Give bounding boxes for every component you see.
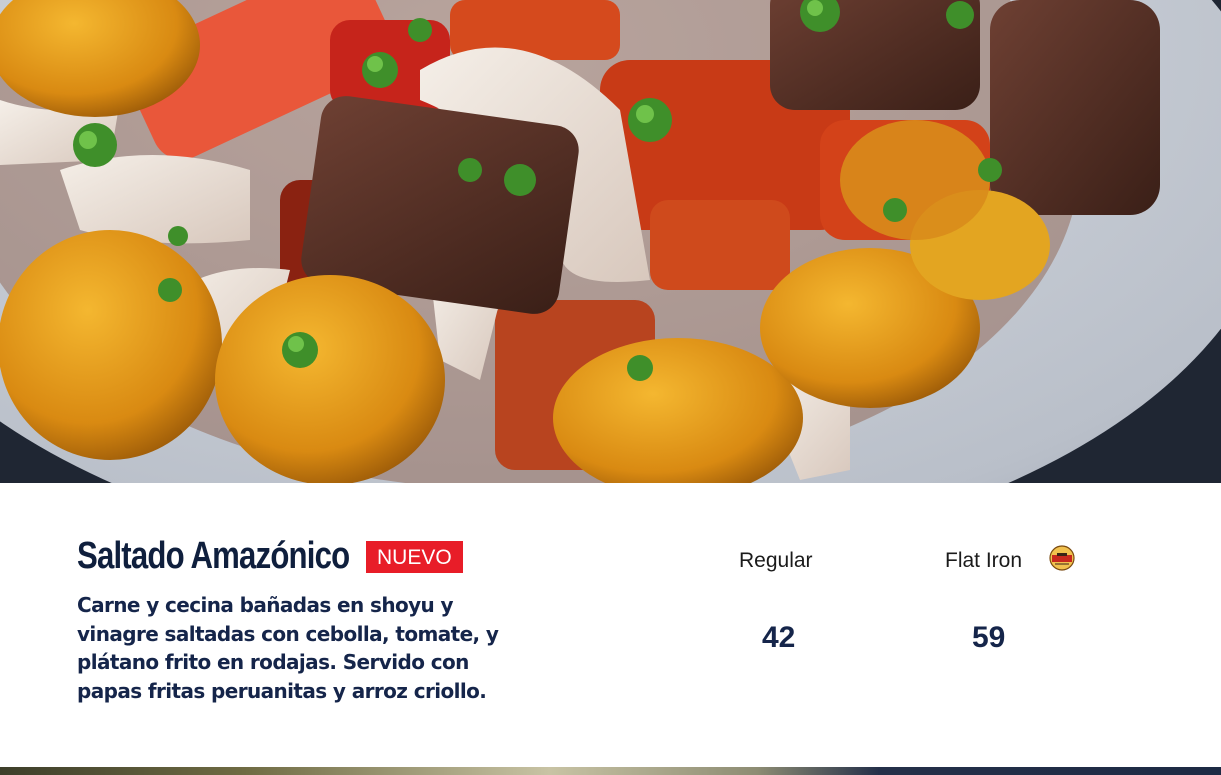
- dish-title: Saltado Amazónico: [77, 535, 350, 577]
- size-label-flat-iron: Flat Iron: [945, 549, 1023, 572]
- next-dish-photo-edge: [0, 767, 1221, 775]
- cow-brand-icon: [1049, 545, 1075, 571]
- size-label-regular: Regular: [739, 549, 813, 572]
- dish-photo: [0, 0, 1221, 483]
- price-flat-iron: 59: [972, 621, 1006, 654]
- dish-description: Carne y cecina bañadas en shoyu y vinagr…: [77, 593, 499, 703]
- new-badge: NUEVO: [366, 541, 463, 573]
- dish-photo-illustration: [0, 0, 1221, 483]
- menu-item-card: Saltado Amazónico NUEVO Carne y cecina b…: [0, 483, 1221, 767]
- price-regular: 42: [762, 621, 796, 654]
